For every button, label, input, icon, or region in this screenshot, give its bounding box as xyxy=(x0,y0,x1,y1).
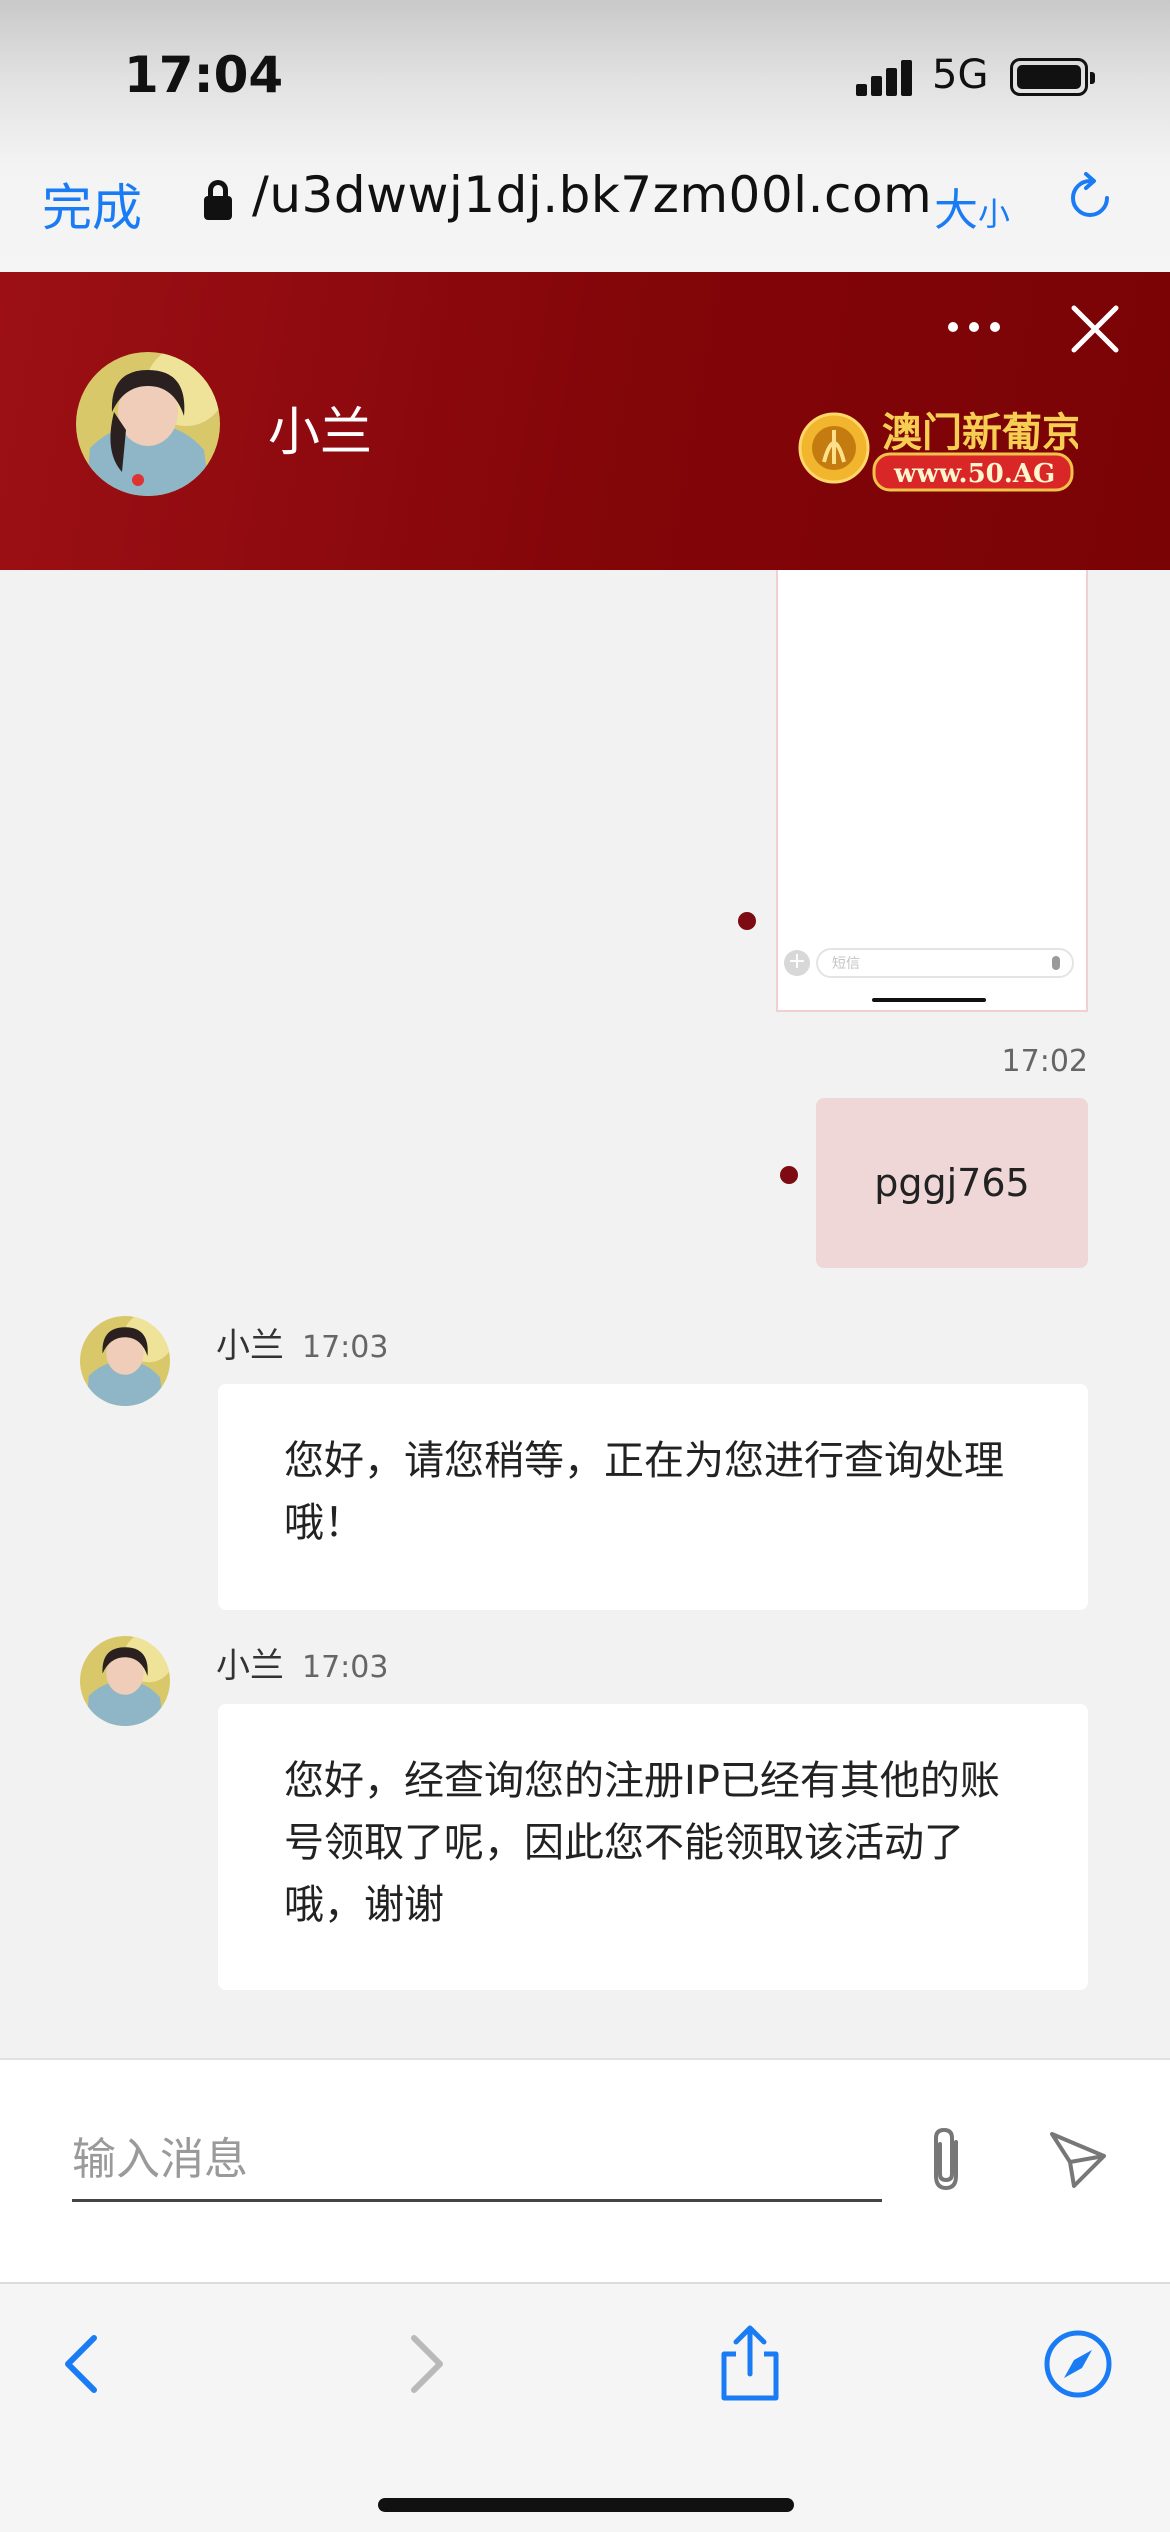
compass-icon[interactable] xyxy=(1038,2324,1118,2404)
sender-name: 小兰 xyxy=(216,1646,284,1686)
forward-icon[interactable] xyxy=(384,2324,464,2404)
message-input[interactable] xyxy=(72,2120,882,2202)
close-icon[interactable] xyxy=(1068,302,1122,356)
unread-dot xyxy=(738,912,756,930)
text-size-button[interactable]: 大小 xyxy=(934,174,1010,238)
brand-name: 澳门新葡京 xyxy=(882,409,1078,456)
image-inputbar-hint: 短信 xyxy=(832,956,860,972)
agent-avatar xyxy=(76,352,220,496)
more-icon[interactable] xyxy=(948,322,1000,334)
url-field[interactable]: /u3dwwj1dj.bk7zm00l.com xyxy=(252,166,932,224)
plus-icon: + xyxy=(784,950,810,976)
brand-logo: 澳门新葡京 www.50.AG xyxy=(796,402,1082,494)
message-time: 17:03 xyxy=(302,1330,389,1365)
unread-dot xyxy=(780,1166,798,1184)
sent-time: 17:02 xyxy=(1001,1044,1088,1079)
sent-bubble[interactable]: pggj765 xyxy=(816,1098,1088,1268)
text-size-big-label: 大 xyxy=(934,185,978,236)
sender-avatar xyxy=(80,1316,170,1406)
status-time: 17:04 xyxy=(124,46,284,104)
image-message[interactable]: + 短信 xyxy=(776,570,1088,1012)
message-composer xyxy=(0,2058,1170,2282)
brand-site: www.50.AG xyxy=(893,459,1055,489)
sender-name: 小兰 xyxy=(216,1326,284,1366)
text-size-small-label: 小 xyxy=(978,195,1011,233)
message-time: 17:03 xyxy=(302,1650,389,1685)
battery-icon xyxy=(1010,58,1095,96)
agent-name: 小兰 xyxy=(268,403,373,463)
browser-bottom-toolbar xyxy=(0,2282,1170,2532)
reload-icon[interactable] xyxy=(1064,172,1116,224)
browser-top-bar: 17:04 5G 完成 /u3dwwj1dj.bk7zm00l.com 大小 xyxy=(0,0,1170,272)
received-bubble[interactable]: 您好，请您稍等，正在为您进行查询处理哦！ xyxy=(218,1384,1088,1610)
sender-avatar xyxy=(80,1636,170,1726)
lock-icon xyxy=(204,180,232,220)
done-button[interactable]: 完成 xyxy=(42,168,142,240)
send-icon[interactable] xyxy=(1046,2126,1110,2190)
back-icon[interactable] xyxy=(46,2324,126,2404)
chat-header: 小兰 澳门新葡京 www.50.AG xyxy=(0,272,1170,570)
attach-icon[interactable] xyxy=(918,2124,978,2196)
signal-icon xyxy=(856,58,914,96)
home-indicator xyxy=(378,2498,794,2512)
received-bubble[interactable]: 您好，经查询您的注册IP已经有其他的账号领取了呢，因此您不能领取该活动了哦，谢谢 xyxy=(218,1704,1088,1990)
message-list[interactable]: + 短信 17:02 pggj765 小兰 17:03 您好，请您稍等，正在为您进… xyxy=(0,570,1170,2058)
mic-icon xyxy=(1052,956,1060,970)
image-homebar xyxy=(872,998,986,1002)
image-inputbar: 短信 xyxy=(816,948,1074,978)
share-icon[interactable] xyxy=(710,2324,790,2404)
message-meta: 小兰 17:03 xyxy=(216,1318,388,1367)
network-label: 5G xyxy=(932,52,989,98)
message-meta: 小兰 17:03 xyxy=(216,1638,388,1687)
